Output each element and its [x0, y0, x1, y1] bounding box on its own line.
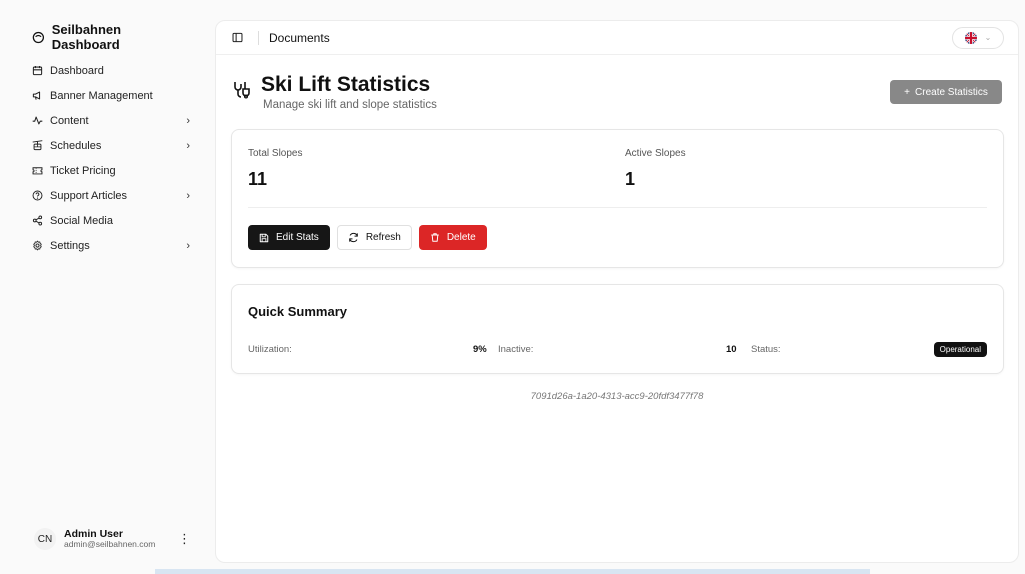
- sidebar-nav: Dashboard Banner Management Content › Sc…: [10, 58, 198, 258]
- ticket-icon: [32, 167, 43, 175]
- sidebar-item-label: Social Media: [50, 214, 113, 227]
- total-slopes-label: Total Slopes: [248, 148, 303, 159]
- cable-car-icon: [32, 140, 43, 151]
- horizontal-scrollbar[interactable]: [155, 569, 870, 574]
- chevron-right-icon: ›: [186, 189, 190, 202]
- quick-summary-card: Quick Summary Utilization: 9% Inactive: …: [231, 284, 1004, 374]
- save-icon: [259, 233, 269, 242]
- app: Seilbahnen Dashboard Dashboard Banner Ma…: [0, 0, 1025, 574]
- page-title: Ski Lift Statistics: [261, 73, 431, 96]
- quick-summary-title: Quick Summary: [248, 304, 347, 319]
- trash-icon: [431, 233, 439, 242]
- sidebar-item-label: Dashboard: [50, 64, 104, 77]
- sidebar-item-support-articles[interactable]: Support Articles ›: [10, 183, 198, 208]
- status-badge: Operational: [933, 342, 987, 357]
- brand-title: Seilbahnen Dashboard: [51, 22, 122, 52]
- user-menu[interactable]: CN Admin User admin@seilbahnen.com ⋮: [10, 524, 198, 564]
- chevron-down-icon: ⌄: [984, 33, 992, 42]
- create-statistics-button[interactable]: + Create Statistics: [890, 80, 1002, 104]
- delete-button[interactable]: Delete: [418, 225, 487, 250]
- status-label: Status:: [751, 344, 781, 355]
- stats-card: Total Slopes 11 Active Slopes 1 Edit Sta…: [231, 129, 1004, 268]
- chevron-right-icon: ›: [186, 114, 190, 127]
- page-subtitle: Manage ski lift and slope statistics: [263, 99, 437, 111]
- stats-divider: [248, 207, 987, 208]
- avatar: CN: [34, 528, 56, 550]
- inactive-value: 10: [726, 344, 737, 355]
- sidebar-item-schedules[interactable]: Schedules ›: [10, 133, 198, 158]
- refresh-button[interactable]: Refresh: [336, 225, 412, 250]
- gear-icon: [33, 240, 42, 251]
- summary-row: Utilization: 9% Inactive: 10 Status: Ope…: [248, 342, 987, 357]
- record-id: 7091d26a-1a20-4313-acc9-20fdf3477f78: [530, 391, 704, 402]
- delete-label: Delete: [446, 232, 476, 243]
- main-panel: Documents ⌄ Ski Lift Statistics Manage s…: [215, 20, 1019, 563]
- sidebar-item-content[interactable]: Content ›: [10, 108, 198, 133]
- topbar-divider: [258, 30, 259, 45]
- inactive-label: Inactive:: [498, 344, 534, 355]
- help-circle-icon: [32, 190, 43, 201]
- more-vertical-icon[interactable]: ⋮: [178, 531, 191, 547]
- stats-actions: Edit Stats Refresh Delete: [248, 225, 487, 250]
- calendar-icon: [32, 66, 43, 76]
- sidebar-item-label: Settings: [50, 239, 90, 252]
- panel-left-icon: [232, 32, 243, 43]
- refresh-icon: [349, 232, 358, 243]
- sidebar-item-label: Ticket Pricing: [50, 164, 116, 177]
- refresh-label: Refresh: [365, 232, 401, 243]
- share-icon: [32, 215, 43, 226]
- edit-stats-button[interactable]: Edit Stats: [248, 225, 330, 250]
- sidebar-item-dashboard[interactable]: Dashboard: [10, 58, 198, 83]
- sidebar-item-label: Schedules: [50, 139, 102, 152]
- active-slopes-stat: Active Slopes 1: [625, 148, 686, 190]
- chevron-right-icon: ›: [186, 239, 190, 252]
- topbar: Documents ⌄: [216, 21, 1018, 55]
- sidebar-item-banner-management[interactable]: Banner Management: [10, 83, 198, 108]
- utilization-value: 9%: [473, 344, 487, 355]
- activity-icon: [32, 116, 43, 125]
- sidebar-item-label: Support Articles: [50, 189, 128, 202]
- sidebar: Seilbahnen Dashboard Dashboard Banner Ma…: [0, 0, 206, 574]
- sidebar-item-settings[interactable]: Settings ›: [10, 233, 198, 258]
- sidebar-toggle-button[interactable]: [232, 31, 246, 45]
- sidebar-item-ticket-pricing[interactable]: Ticket Pricing: [10, 158, 198, 183]
- utilization-label: Utilization:: [248, 344, 292, 355]
- page-header: Ski Lift Statistics Manage ski lift and …: [232, 73, 1002, 117]
- ski-lift-icon: [234, 82, 250, 99]
- language-selector[interactable]: ⌄: [952, 26, 1004, 49]
- chevron-right-icon: ›: [186, 139, 190, 152]
- sidebar-item-label: Content: [50, 114, 89, 127]
- active-slopes-value: 1: [625, 169, 636, 189]
- total-slopes-value: 11: [248, 169, 268, 189]
- plus-icon: +: [904, 86, 911, 98]
- user-email: admin@seilbahnen.com: [64, 539, 156, 550]
- active-slopes-label: Active Slopes: [625, 148, 686, 159]
- logo-icon: [32, 31, 45, 43]
- total-slopes-stat: Total Slopes 11: [248, 148, 302, 190]
- brand[interactable]: Seilbahnen Dashboard: [10, 22, 198, 58]
- breadcrumb: Documents: [269, 30, 330, 45]
- uk-flag-icon: [964, 31, 977, 44]
- sidebar-item-label: Banner Management: [50, 89, 153, 102]
- edit-stats-label: Edit Stats: [276, 232, 319, 243]
- create-statistics-label: Create Statistics: [915, 86, 988, 98]
- sidebar-item-social-media[interactable]: Social Media: [10, 208, 198, 233]
- megaphone-icon: [32, 91, 41, 100]
- user-info: Admin User admin@seilbahnen.com: [64, 528, 170, 550]
